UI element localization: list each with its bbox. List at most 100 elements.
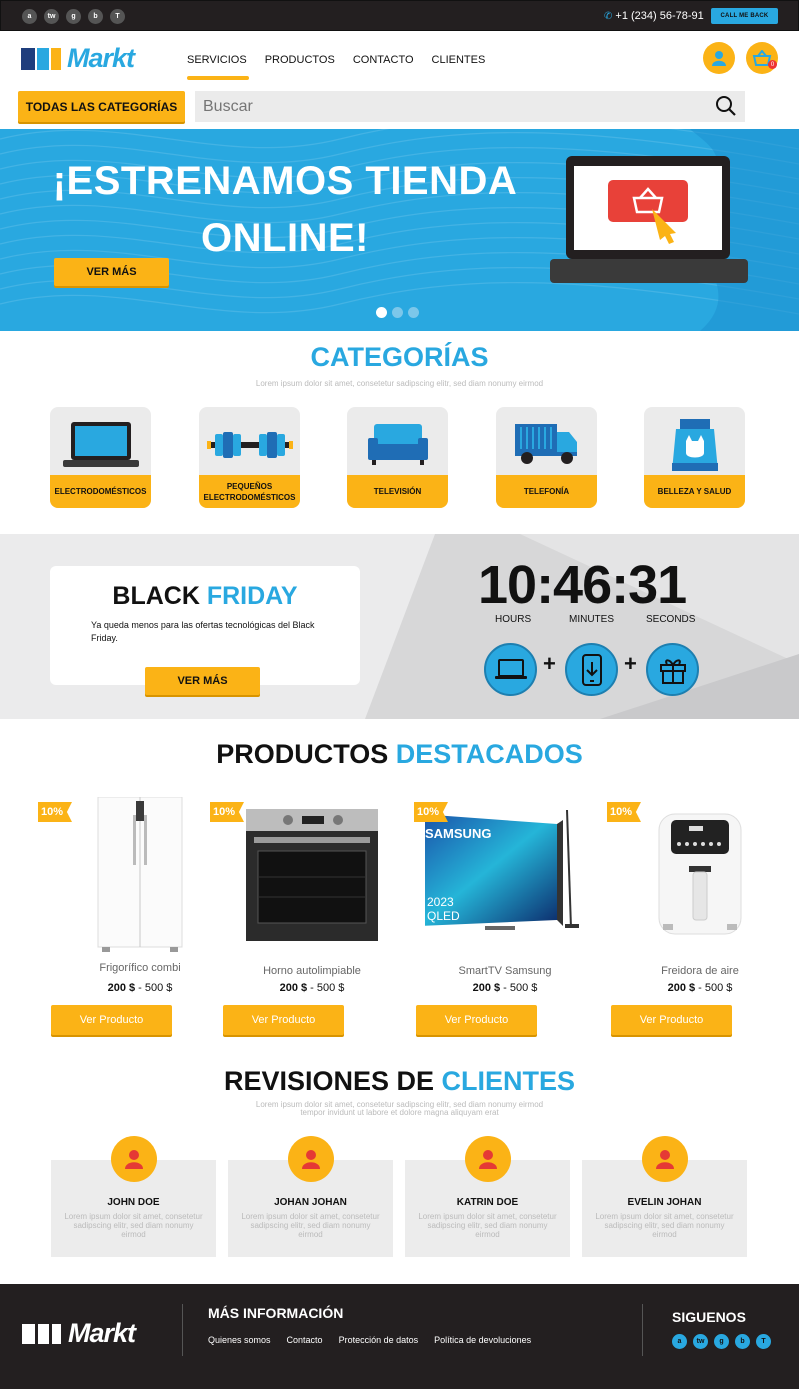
site-logo[interactable]: Markt xyxy=(21,43,135,74)
timer-label-hours: HOURS xyxy=(495,614,532,625)
call-me-back-button[interactable]: CALL ME BACK xyxy=(711,8,778,24)
footer-social-links: a tw g b T xyxy=(672,1334,771,1349)
footer-logo-square-2 xyxy=(38,1323,49,1344)
product-card-freidora[interactable]: 10% Freidora de aire 200 $ - 500 $ Ver P… xyxy=(607,795,780,1040)
product-name[interactable]: Freidora de aire xyxy=(610,965,790,977)
view-product-button[interactable]: Ver Producto xyxy=(51,1005,172,1035)
product-image[interactable] xyxy=(60,795,220,955)
carousel-dot-1[interactable] xyxy=(376,307,387,318)
category-card-television[interactable]: TELEVISIÓN xyxy=(347,407,448,508)
reviewer-name: EVELIN JOHAN xyxy=(627,1197,702,1208)
phone-text: +1 (234) 56-78-91 xyxy=(615,10,704,22)
featured-title-a: PRODUCTOS xyxy=(216,739,389,769)
user-icon xyxy=(712,51,726,66)
phone-download-icon xyxy=(565,643,618,696)
category-card-telefonia[interactable]: TELEFONÍA xyxy=(496,407,597,508)
footer-links: Quienes somos Contacto Protección de dat… xyxy=(208,1335,531,1345)
footer-info-title: MÁS INFORMACIÓN xyxy=(208,1305,344,1321)
black-friday-title-b: FRIDAY xyxy=(206,582,298,610)
user-icon xyxy=(302,1150,320,1169)
hero-banner: ¡ESTRENAMOS TIENDA ONLINE! VER MÁS xyxy=(0,129,799,331)
carousel-dot-3[interactable] xyxy=(408,307,419,318)
footer-logo[interactable]: Markt xyxy=(22,1318,136,1349)
phone-number[interactable]: ✆ +1 (234) 56-78-91 xyxy=(604,10,704,22)
tv-brand-text: SAMSUNG xyxy=(425,826,491,841)
search-bar xyxy=(195,91,745,122)
featured-title-b: DESTACADOS xyxy=(395,739,583,769)
search-icon[interactable] xyxy=(715,95,737,122)
view-product-button[interactable]: Ver Producto xyxy=(611,1005,732,1035)
footer-logo-text: Markt xyxy=(68,1318,136,1348)
product-name[interactable]: Frigorífico combi xyxy=(50,962,230,974)
nav-clientes[interactable]: CLIENTES xyxy=(432,54,486,82)
avatar xyxy=(111,1136,157,1182)
price-to: 500 $ xyxy=(316,982,345,994)
user-icon xyxy=(125,1150,143,1169)
price-from: 200 $ xyxy=(472,982,501,994)
nav-productos[interactable]: PRODUCTOS xyxy=(265,54,335,82)
footer-link-quienes-somos[interactable]: Quienes somos xyxy=(208,1335,271,1345)
category-card-electrodomesticos[interactable]: ELECTRODOMÉSTICOS xyxy=(50,407,151,508)
svg-text:QLED: QLED xyxy=(427,909,460,923)
social-icon-b[interactable]: b xyxy=(735,1334,750,1349)
account-button[interactable] xyxy=(703,42,735,74)
footer-logo-square-3 xyxy=(52,1323,61,1344)
logo-text: Markt xyxy=(67,43,135,73)
social-icon-b[interactable]: b xyxy=(88,9,103,24)
twitter-icon[interactable]: tw xyxy=(44,9,59,24)
product-card-smarttv[interactable]: SAMSUNG 2023 QLED 10% SmartTV Samsung 20… xyxy=(414,795,585,1040)
google-icon[interactable]: g xyxy=(714,1334,729,1349)
gift-icon xyxy=(646,643,699,696)
footer-link-contacto[interactable]: Contacto xyxy=(287,1335,323,1345)
category-card-pequenos-electrodomesticos[interactable]: PEQUEÑOS ELECTRODOMÉSTICOS xyxy=(199,407,300,508)
countdown-timer: 10:46:31 xyxy=(478,555,687,615)
all-categories-button[interactable]: TODAS LAS CATEGORÍAS xyxy=(18,91,185,122)
product-card-frigorifico[interactable]: 10% Frigorífico combi 200 $ - 500 $ Ver … xyxy=(38,795,220,1040)
discount-badge: 10% xyxy=(210,802,244,822)
user-icon xyxy=(656,1150,674,1169)
cart-count-badge: 0 xyxy=(768,60,777,69)
category-card-belleza-salud[interactable]: BELLEZA Y SALUD xyxy=(644,407,745,508)
hero-cta-button[interactable]: VER MÁS xyxy=(54,258,169,286)
price-to: 500 $ xyxy=(144,982,173,994)
nav-servicios[interactable]: SERVICIOS xyxy=(187,54,249,82)
product-image[interactable] xyxy=(620,795,780,955)
avatar xyxy=(642,1136,688,1182)
reviews-title-b: CLIENTES xyxy=(441,1066,576,1096)
product-price: 200 $ - 500 $ xyxy=(472,982,538,994)
search-input[interactable] xyxy=(195,91,695,122)
social-icon-t[interactable]: T xyxy=(756,1334,771,1349)
social-icon-t[interactable]: T xyxy=(110,9,125,24)
sofa-icon xyxy=(347,415,448,475)
laptop-icon xyxy=(50,415,151,475)
footer-divider xyxy=(642,1304,643,1356)
social-icon-a[interactable]: a xyxy=(672,1334,687,1349)
twitter-icon[interactable]: tw xyxy=(693,1334,708,1349)
footer-logo-square-1 xyxy=(22,1323,35,1344)
footer-divider xyxy=(182,1304,183,1356)
categories-subtitle: Lorem ipsum dolor sit amet, consetetur s… xyxy=(255,379,544,388)
product-card-horno[interactable]: 10% Horno autolimpiable 200 $ - 500 $ Ve… xyxy=(210,795,392,1040)
product-name[interactable]: SmartTV Samsung xyxy=(415,965,595,977)
truck-icon xyxy=(496,415,597,475)
carousel-dot-2[interactable] xyxy=(392,307,403,318)
google-icon[interactable]: g xyxy=(66,9,81,24)
review-text: Lorem ipsum dolor sit amet, consetetur s… xyxy=(64,1212,203,1239)
category-label: ELECTRODOMÉSTICOS xyxy=(50,475,151,508)
footer-link-politica-devoluciones[interactable]: Política de devoluciones xyxy=(434,1335,531,1345)
social-icon-a[interactable]: a xyxy=(22,9,37,24)
reviews-title-a: REVISIONES DE xyxy=(223,1066,435,1096)
categories-title: CATEGORÍAS xyxy=(310,342,489,372)
view-product-button[interactable]: Ver Producto xyxy=(416,1005,537,1035)
black-friday-button[interactable]: VER MÁS xyxy=(145,667,260,695)
review-card: EVELIN JOHAN Lorem ipsum dolor sit amet,… xyxy=(582,1136,747,1257)
cart-button[interactable]: 0 xyxy=(746,42,778,74)
nav-contacto[interactable]: CONTACTO xyxy=(353,54,414,82)
product-name[interactable]: Horno autolimpiable xyxy=(222,965,402,977)
black-friday-text: Ya queda menos para las ofertas tecnológ… xyxy=(91,620,315,643)
footer-link-proteccion-datos[interactable]: Protección de datos xyxy=(339,1335,419,1345)
view-product-button[interactable]: Ver Producto xyxy=(223,1005,344,1035)
product-image[interactable] xyxy=(232,795,392,955)
laptop-icon xyxy=(484,643,537,696)
product-image[interactable]: SAMSUNG 2023 QLED xyxy=(425,795,585,955)
